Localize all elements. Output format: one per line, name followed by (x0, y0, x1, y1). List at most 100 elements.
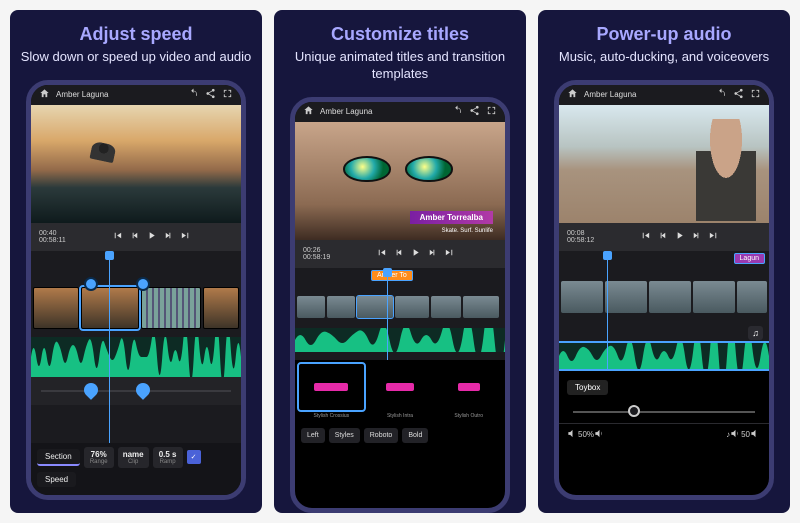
template-item[interactable]: Stylish Intra (368, 364, 433, 410)
checkbox-icon[interactable]: ✓ (187, 450, 201, 464)
next-frame-icon[interactable] (691, 228, 702, 246)
phone-frame: Amber Laguna 00:08 00:58:12 (554, 80, 774, 500)
font-options-row: Left Styles Roboto Bold (295, 424, 505, 447)
timeline[interactable]: Lagun ♫ (559, 251, 769, 371)
template-item[interactable]: Stylish Outro (436, 364, 501, 410)
left-pct: 50% (578, 430, 594, 439)
skip-end-icon[interactable] (708, 228, 719, 246)
panel-subtitle: Unique animated titles and transition te… (274, 49, 526, 83)
app-toolbar: Amber Laguna (559, 85, 769, 105)
speed-point[interactable] (81, 380, 101, 400)
skip-start-icon[interactable] (640, 228, 651, 246)
phone-frame: Amber Laguna Amber Torrealba Skate. Surf… (290, 97, 510, 513)
align-option[interactable]: Left (301, 428, 325, 443)
playback-bar: 00:40 00:58:11 (31, 223, 241, 251)
speed-handle-right[interactable] (136, 277, 150, 291)
video-preview[interactable]: Amber Torrealba Skate. Surf. Sunlife (295, 122, 505, 240)
share-icon[interactable] (205, 88, 216, 101)
audio-track[interactable] (31, 337, 241, 377)
volume-left-icon[interactable] (594, 428, 605, 441)
right-val: 50 (741, 430, 750, 439)
styles-option[interactable]: Styles (329, 428, 360, 443)
prev-frame-icon[interactable] (393, 245, 404, 263)
phone-frame: Amber Laguna 00:40 00:58:11 (26, 80, 246, 500)
next-frame-icon[interactable] (427, 245, 438, 263)
time-total: 00:58:11 (39, 237, 66, 244)
speed-ramp-track[interactable] (31, 377, 241, 405)
promo-panel-audio: Power-up audio Music, auto-ducking, and … (538, 10, 790, 513)
undo-icon[interactable] (188, 88, 199, 101)
home-icon[interactable] (303, 105, 314, 118)
promo-panel-speed: Adjust speed Slow down or speed up video… (10, 10, 262, 513)
time-total: 00:58:19 (303, 254, 330, 261)
video-preview[interactable] (31, 105, 241, 223)
video-track[interactable] (31, 285, 241, 331)
video-preview[interactable] (559, 105, 769, 223)
time-total: 00:58:12 (567, 237, 594, 244)
project-name: Amber Laguna (320, 107, 372, 116)
panel-subtitle: Slow down or speed up video and audio (21, 49, 252, 66)
app-toolbar: Amber Laguna (295, 102, 505, 122)
video-track[interactable] (295, 292, 505, 322)
title-templates-row: Stylish Crossius Stylish Intra Stylish O… (295, 360, 505, 414)
time-current: 00:26 (303, 247, 330, 254)
title-overlay[interactable]: Amber Torrealba (410, 211, 493, 224)
timeline[interactable]: Amber To (295, 268, 505, 360)
fullscreen-icon[interactable] (486, 105, 497, 118)
project-name: Amber Laguna (56, 90, 108, 99)
speed-handle-left[interactable] (84, 277, 98, 291)
playback-bar: 00:08 00:58:12 (559, 223, 769, 251)
fullscreen-icon[interactable] (750, 88, 761, 101)
speed-point[interactable] (133, 380, 153, 400)
play-icon[interactable] (674, 228, 685, 246)
tab-speed[interactable]: Speed (37, 472, 76, 487)
undo-icon[interactable] (452, 105, 463, 118)
weight-option[interactable]: Bold (402, 428, 428, 443)
title-overlay-sub: Skate. Surf. Sunlife (442, 228, 493, 234)
skip-start-icon[interactable] (376, 245, 387, 263)
font-option[interactable]: Roboto (364, 428, 399, 443)
prev-frame-icon[interactable] (129, 228, 140, 246)
tab-section[interactable]: Section (37, 449, 80, 466)
time-current: 00:40 (39, 230, 66, 237)
panel-title: Adjust speed (79, 24, 192, 45)
panel-title: Customize titles (331, 24, 469, 45)
soundtrack-chip[interactable]: Toybox (567, 380, 608, 395)
skip-end-icon[interactable] (444, 245, 455, 263)
share-icon[interactable] (733, 88, 744, 101)
play-icon[interactable] (410, 245, 421, 263)
audio-track[interactable] (559, 343, 769, 369)
cell-range[interactable]: 76%Range (84, 447, 114, 468)
timeline[interactable] (31, 251, 241, 443)
home-icon[interactable] (567, 88, 578, 101)
mute-left-icon[interactable] (567, 428, 578, 441)
playback-bar: 00:26 00:58:19 (295, 240, 505, 268)
audio-balance-slider[interactable] (559, 401, 769, 423)
promo-panel-titles: Customize titles Unique animated titles … (274, 10, 526, 513)
slider-thumb[interactable] (628, 405, 640, 417)
panel-subtitle: Music, auto-ducking, and voiceovers (559, 49, 769, 66)
undo-icon[interactable] (716, 88, 727, 101)
time-current: 00:08 (567, 230, 594, 237)
home-icon[interactable] (39, 88, 50, 101)
music-note-icon[interactable]: ♫ (748, 326, 763, 340)
audio-track[interactable] (295, 328, 505, 352)
mute-right-icon[interactable] (750, 428, 761, 441)
audio-controls-row: 50% ♪ 50 (559, 423, 769, 445)
skip-end-icon[interactable] (180, 228, 191, 246)
skip-start-icon[interactable] (112, 228, 123, 246)
cell-clip[interactable]: nameClip (118, 447, 149, 468)
share-icon[interactable] (469, 105, 480, 118)
play-icon[interactable] (146, 228, 157, 246)
panel-title: Power-up audio (597, 24, 732, 45)
volume-right-icon[interactable] (730, 428, 741, 441)
next-frame-icon[interactable] (163, 228, 174, 246)
project-name: Amber Laguna (584, 90, 636, 99)
speed-panel: Section 76%Range nameClip 0.5 sRamp ✓ Sp… (31, 443, 241, 495)
prev-frame-icon[interactable] (657, 228, 668, 246)
video-track[interactable] (559, 277, 769, 317)
cell-ramp[interactable]: 0.5 sRamp (153, 447, 183, 468)
fullscreen-icon[interactable] (222, 88, 233, 101)
title-clip[interactable]: Lagun (734, 253, 765, 264)
template-item[interactable]: Stylish Crossius (299, 364, 364, 410)
